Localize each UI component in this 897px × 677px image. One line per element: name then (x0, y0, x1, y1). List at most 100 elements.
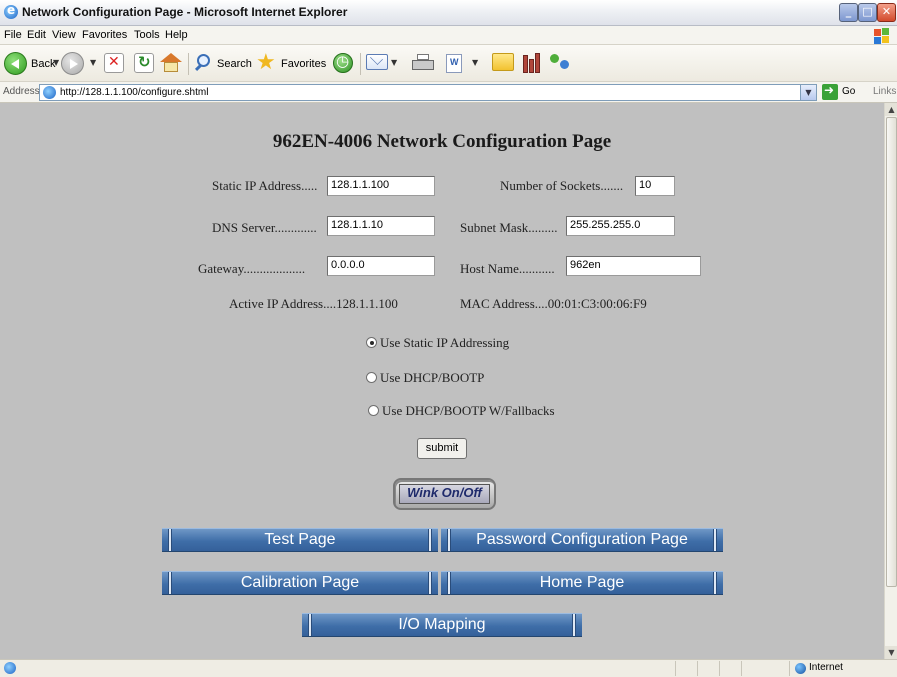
subnet-input[interactable]: 255.255.255.0 (566, 216, 675, 236)
test-page-label: Test Page (264, 531, 336, 548)
mail-dropdown-icon[interactable]: ▼ (391, 58, 397, 67)
radio-button[interactable] (368, 405, 379, 416)
history-icon[interactable] (333, 52, 353, 73)
radio-button[interactable] (366, 372, 377, 383)
mail-icon[interactable] (366, 54, 388, 70)
address-label: Address (3, 86, 40, 97)
password-config-button[interactable]: Password Configuration Page (441, 528, 723, 552)
button-cap (572, 614, 576, 636)
gateway-input[interactable]: 0.0.0.0 (327, 256, 435, 276)
scroll-thumb[interactable] (886, 117, 897, 587)
radio-button-selected[interactable] (366, 337, 377, 348)
status-pane (675, 661, 697, 676)
address-bar: Address http://128.1.1.100/configure.sht… (0, 82, 897, 103)
radio-dhcp-label: Use DHCP/BOOTP (380, 370, 485, 385)
mac-address-text: MAC Address....00:01:C3:00:06:F9 (460, 296, 647, 311)
dns-input[interactable]: 128.1.1.10 (327, 216, 435, 236)
num-sockets-input[interactable]: 10 (635, 176, 675, 196)
calibration-page-label: Calibration Page (240, 574, 360, 591)
ie-page-icon (43, 86, 56, 99)
static-ip-input[interactable]: 128.1.1.100 (327, 176, 435, 196)
address-dropdown-icon[interactable]: ▼ (800, 85, 816, 100)
address-url[interactable]: http://128.1.1.100/configure.shtml (60, 87, 208, 98)
password-config-label: Password Configuration Page (476, 531, 688, 548)
button-cap (713, 529, 717, 551)
zone-label: Internet (809, 662, 843, 673)
forward-icon[interactable] (61, 52, 84, 75)
search-icon[interactable] (194, 53, 214, 73)
window-title: Network Configuration Page - Microsoft I… (22, 5, 348, 19)
back-icon[interactable] (4, 52, 27, 75)
button-cap (447, 572, 451, 594)
status-pane (719, 661, 741, 676)
button-cap (447, 529, 451, 551)
back-dropdown-icon[interactable]: ▼ (53, 58, 59, 67)
menu-view[interactable]: View (52, 29, 76, 41)
button-cap (428, 529, 432, 551)
favorites-label[interactable]: Favorites (281, 58, 326, 70)
status-pane (741, 661, 789, 676)
toolbar-separator (360, 53, 361, 75)
menu-tools[interactable]: Tools (134, 29, 160, 41)
home-page-button[interactable]: Home Page (441, 571, 723, 595)
minimize-button[interactable]: _ (839, 3, 858, 22)
vertical-scrollbar[interactable]: ▲ ▼ (884, 103, 897, 659)
home-icon[interactable] (160, 53, 182, 73)
close-button[interactable]: ✕ (877, 3, 896, 22)
test-page-button[interactable]: Test Page (162, 528, 438, 552)
edit-dropdown-icon[interactable]: ▼ (472, 58, 478, 67)
menu-file[interactable]: File (4, 29, 22, 41)
search-label[interactable]: Search (217, 58, 252, 70)
scroll-up-icon[interactable]: ▲ (885, 103, 897, 116)
go-arrow-icon[interactable] (822, 83, 838, 100)
maximize-button[interactable]: □ (858, 3, 877, 22)
status-bar: Internet (0, 659, 897, 677)
address-input[interactable]: http://128.1.1.100/configure.shtml ▼ (39, 84, 817, 101)
ie-icon (4, 3, 18, 19)
calibration-page-button[interactable]: Calibration Page (162, 571, 438, 595)
radio-static-label: Use Static IP Addressing (380, 335, 510, 350)
edit-icon[interactable] (446, 54, 462, 73)
page-content: 962EN-4006 Network Configuration Page St… (0, 103, 884, 659)
radio-dhcp[interactable]: Use DHCP/BOOTP (366, 370, 484, 386)
button-cap (168, 572, 172, 594)
home-page-label: Home Page (539, 574, 625, 591)
page-title: 962EN-4006 Network Configuration Page (272, 131, 612, 152)
wink-button[interactable]: Wink On/Off (393, 478, 496, 510)
host-name-label: Host Name........... (460, 261, 555, 276)
discuss-icon[interactable] (492, 53, 514, 71)
wink-label: Wink On/Off (399, 484, 490, 504)
messenger-icon[interactable] (548, 52, 572, 74)
favorites-star-icon[interactable]: ★ (256, 50, 276, 76)
back-label[interactable]: Back (31, 58, 55, 70)
menu-edit[interactable]: Edit (27, 29, 46, 41)
button-cap (428, 572, 432, 594)
forward-dropdown-icon[interactable]: ▼ (90, 58, 96, 67)
radio-dhcp-fallback[interactable]: Use DHCP/BOOTP W/Fallbacks (368, 403, 555, 419)
ie-page-icon (4, 662, 16, 674)
menu-favorites[interactable]: Favorites (82, 29, 127, 41)
menu-help[interactable]: Help (165, 29, 188, 41)
io-mapping-button[interactable]: I/O Mapping (302, 613, 582, 637)
static-ip-label: Static IP Address..... (212, 178, 318, 193)
host-name-input[interactable]: 962en (566, 256, 701, 276)
research-icon[interactable] (522, 51, 542, 73)
stop-icon[interactable] (104, 53, 124, 73)
title-bar: Network Configuration Page - Microsoft I… (0, 0, 897, 26)
toolbar: Back ▼ ▼ Search ★ Favorites ▼ ▼ (0, 45, 897, 82)
links-label[interactable]: Links (873, 86, 896, 97)
submit-button[interactable]: submit (417, 438, 467, 459)
button-cap (168, 529, 172, 551)
go-label[interactable]: Go (842, 86, 855, 97)
button-cap (308, 614, 312, 636)
internet-zone-icon (795, 663, 806, 674)
print-icon[interactable] (412, 54, 434, 72)
menu-bar: File Edit View Favorites Tools Help (0, 26, 897, 45)
refresh-icon[interactable] (134, 53, 154, 73)
dns-label: DNS Server............. (212, 220, 317, 235)
scroll-down-icon[interactable]: ▼ (885, 646, 897, 659)
num-sockets-label: Number of Sockets....... (500, 178, 624, 193)
active-ip-text: Active IP Address....128.1.1.100 (229, 296, 398, 311)
radio-static-ip[interactable]: Use Static IP Addressing (366, 335, 509, 351)
gateway-label: Gateway................... (198, 261, 306, 276)
